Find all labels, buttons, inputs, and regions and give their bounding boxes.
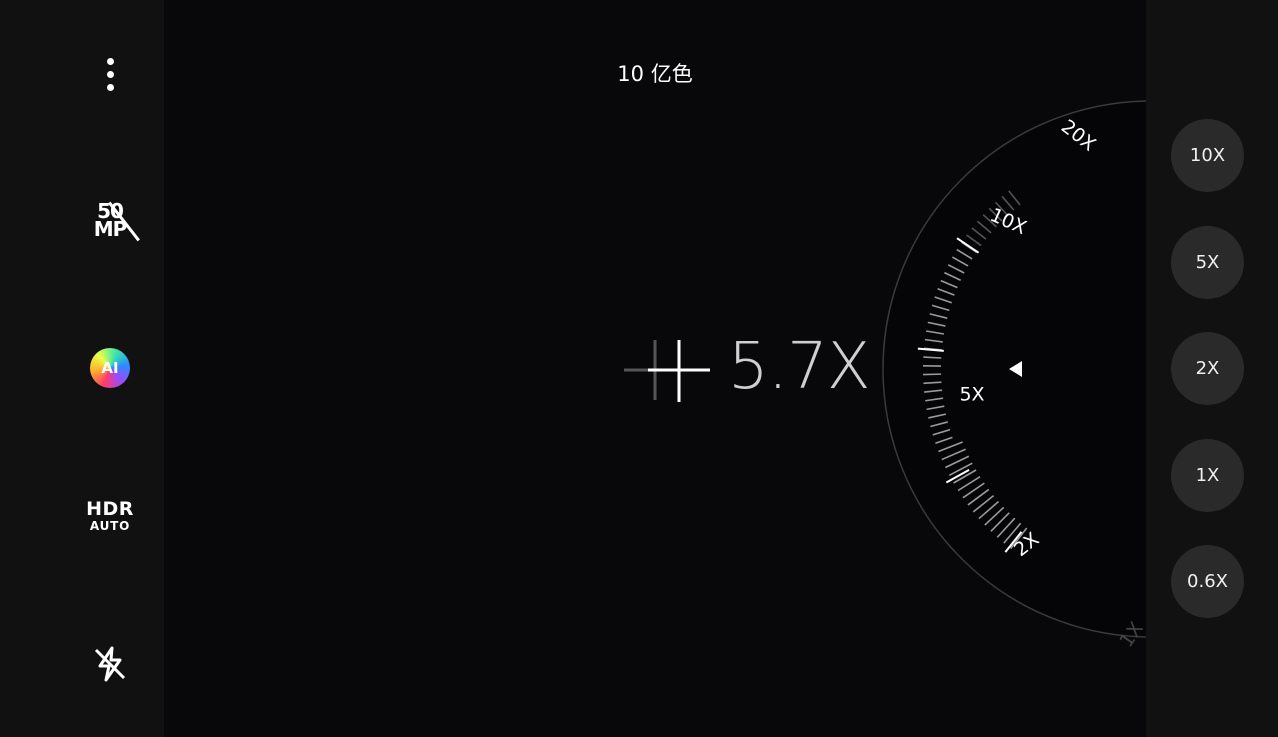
dial-label-5x: 5X xyxy=(959,384,984,406)
zoom-button-10x[interactable]: 10X xyxy=(1171,119,1244,192)
dial-tick xyxy=(923,356,942,359)
zoom-button-0-6x[interactable]: 0.6X xyxy=(1171,545,1244,618)
dial-tick xyxy=(923,381,942,385)
zoom-button-1x[interactable]: 1X xyxy=(1171,439,1244,512)
zoom-dial[interactable]: 20X 10X 5X 2X 1X xyxy=(0,0,1146,737)
zoom-button-5x[interactable]: 5X xyxy=(1171,226,1244,299)
zoom-button-2x[interactable]: 2X xyxy=(1171,332,1244,405)
